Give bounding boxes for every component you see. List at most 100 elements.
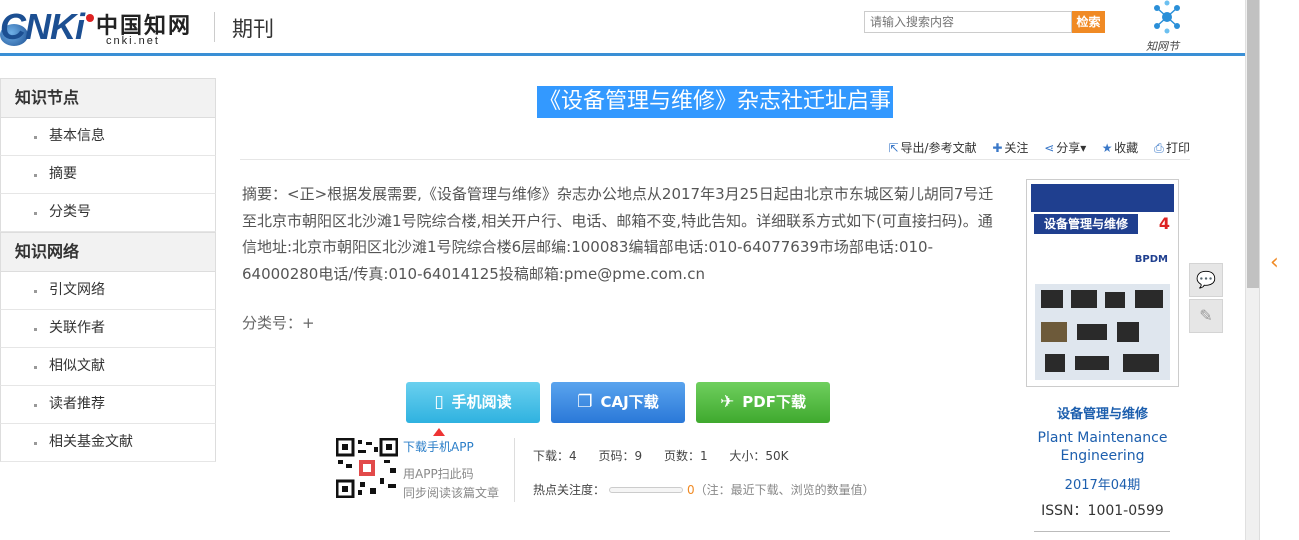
mobile-read-button[interactable]: ▯ 手机阅读 [406, 382, 540, 423]
sidebar-item-related-authors[interactable]: 关联作者 [0, 310, 216, 348]
zhiwangjie-logo[interactable]: 知网节 [1138, 0, 1198, 54]
journal-name-en[interactable]: Plant Maintenance Engineering [1026, 429, 1179, 465]
journal-issn: ISSN：1001-0599 [1041, 503, 1164, 519]
cover-title: 设备管理与维修 [1034, 214, 1138, 234]
share-label: 分享 [1056, 141, 1081, 155]
caret-down-icon: ▾ [1080, 141, 1087, 155]
pointer-triangle-icon [433, 428, 445, 436]
sidebar-item-label: 基本信息 [49, 128, 105, 144]
knowledge-sidebar: 知识节点 基本信息 摘要 分类号 知识网络 引文网络 关联作者 相似文献 读者推… [0, 78, 216, 462]
pdf-download-button[interactable]: ✈ PDF下载 [696, 382, 830, 423]
logo-wordmark: CNKi [0, 6, 85, 47]
export-icon: ⇱ [888, 141, 899, 155]
cover-image: 设备管理与维修 4 BPDM [1031, 184, 1174, 382]
header-divider [214, 12, 215, 42]
sidebar-item-similar-docs[interactable]: 相似文献 [0, 348, 216, 386]
festival-label: 知网节 [1146, 40, 1179, 53]
sidebar-item-abstract[interactable]: 摘要 [0, 156, 216, 194]
cover-product-10 [1123, 354, 1159, 372]
note-button[interactable]: ✎ [1189, 299, 1223, 333]
cnki-logo[interactable]: CNKi 中国知网 cnki.net [0, 4, 200, 50]
cover-product-6 [1077, 324, 1107, 340]
site-header: CNKi 中国知网 cnki.net 期刊 检索 知网节 [0, 0, 1245, 56]
heat-value: 0 [687, 483, 695, 497]
sidebar-item-fund-docs[interactable]: 相关基金文献 [0, 424, 216, 462]
article-title-wrap: 《设备管理与维修》杂志社迁址启事 [240, 86, 1190, 118]
share-button[interactable]: ⋖ 分享▾ [1042, 138, 1086, 158]
right-gutter [1259, 0, 1299, 540]
journal-name-cn[interactable]: 设备管理与维修 [1026, 403, 1179, 422]
cover-product-8 [1045, 354, 1065, 372]
share-icon: ⋖ [1044, 141, 1055, 155]
section-title: 期刊 [232, 17, 274, 41]
heat-indicator: 热点关注度： 0（注：最近下载、浏览的数量值） [533, 481, 875, 498]
sidebar-item-basic-info[interactable]: 基本信息 [0, 118, 216, 156]
article-stats: 下载：4 页码：9 页数：1 大小：50K [533, 447, 807, 464]
pdf-icon: ✈ [720, 392, 735, 412]
qr-code [336, 438, 398, 498]
article-classno: 分类号：+ [242, 314, 315, 332]
sidebar-item-reader-recs[interactable]: 读者推荐 [0, 386, 216, 424]
article-toolbar: ⇱ 导出/参考文献 ✚ 关注 ⋖ 分享▾ ★ 收藏 ⎙ 打印 [240, 138, 1190, 160]
article-abstract: 摘要：<正>根据发展需要,《设备管理与维修》杂志办公地点从2017年3月25日起… [242, 185, 994, 283]
export-label: 导出/参考文献 [900, 141, 977, 155]
follow-label: 关注 [1004, 141, 1029, 155]
heat-label: 热点关注度： [533, 483, 606, 497]
favorite-label: 收藏 [1114, 141, 1139, 155]
sidebar-item-label: 关联作者 [49, 320, 105, 336]
cover-product-7 [1117, 322, 1139, 342]
cover-issue-number: 4 [1158, 214, 1170, 233]
heat-bar [609, 486, 684, 493]
page-number: 页码：9 [598, 449, 643, 463]
comment-button[interactable]: 💬 [1189, 263, 1223, 297]
stats-divider [514, 438, 515, 502]
download-app-link[interactable]: 下载手机APP [403, 438, 474, 455]
journal-divider [1034, 531, 1170, 532]
print-button[interactable]: ⎙ 打印 [1152, 138, 1190, 158]
chevron-left-icon[interactable]: ‹ [1270, 250, 1279, 275]
caj-download-label: CAJ下载 [600, 393, 659, 411]
cover-product-2 [1071, 290, 1097, 308]
pencil-icon: ✎ [1199, 306, 1213, 325]
journal-issue[interactable]: 2017年04期 [1026, 474, 1179, 493]
cover-product-1 [1041, 290, 1063, 308]
cover-brand: BPDM [1134, 254, 1168, 265]
download-count: 下载：4 [533, 449, 577, 463]
sidebar-item-label: 相似文献 [49, 358, 105, 374]
plus-icon: ✚ [992, 141, 1003, 155]
search-button[interactable]: 检索 [1072, 11, 1105, 33]
phone-icon: ▯ [434, 392, 444, 412]
book-icon: ❐ [577, 392, 593, 412]
sidebar-item-label: 相关基金文献 [49, 434, 133, 450]
sidebar-heading-network: 知识网络 [0, 232, 216, 272]
caj-download-button[interactable]: ❐ CAJ下载 [551, 382, 685, 423]
journal-cover[interactable]: 设备管理与维修 4 BPDM [1026, 179, 1179, 387]
sidebar-item-label: 读者推荐 [49, 396, 105, 412]
sidebar-item-classno[interactable]: 分类号 [0, 194, 216, 232]
heat-note: （注：最近下载、浏览的数量值） [694, 483, 875, 497]
search-input[interactable] [864, 11, 1072, 33]
cover-product-5 [1041, 322, 1067, 342]
page-scrollbar[interactable] [1245, 0, 1259, 540]
cover-product-3 [1105, 292, 1125, 308]
cover-band [1031, 184, 1174, 212]
article-title: 《设备管理与维修》杂志社迁址启事 [536, 86, 893, 118]
molecule-icon [1154, 0, 1180, 34]
pdf-download-label: PDF下载 [742, 393, 806, 411]
sidebar-heading-nodes: 知识节点 [0, 78, 216, 118]
logo-domain: cnki.net [106, 35, 160, 47]
qr-hint-1: 用APP扫此码 [403, 467, 474, 481]
printer-icon: ⎙ [1154, 141, 1164, 155]
page-count: 页数：1 [663, 449, 708, 463]
follow-button[interactable]: ✚ 关注 [990, 138, 1028, 158]
star-icon: ★ [1101, 141, 1113, 155]
cover-product-4 [1135, 290, 1163, 308]
scrollbar-thumb[interactable] [1247, 0, 1259, 288]
export-button[interactable]: ⇱ 导出/参考文献 [887, 138, 977, 158]
qr-hint-2: 同步阅读该篇文章 [403, 486, 500, 500]
cover-product-9 [1075, 356, 1109, 370]
sidebar-item-citation-network[interactable]: 引文网络 [0, 272, 216, 310]
favorite-button[interactable]: ★ 收藏 [1100, 138, 1138, 158]
sidebar-item-label: 引文网络 [49, 282, 105, 298]
speech-bubble-icon: 💬 [1196, 270, 1216, 289]
